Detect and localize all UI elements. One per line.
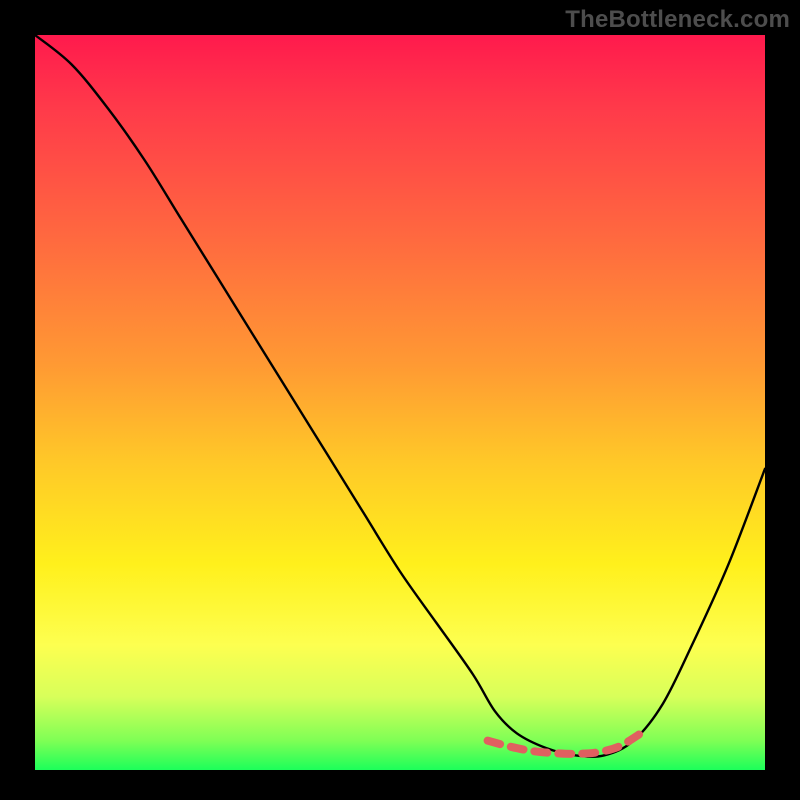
chart-frame: TheBottleneck.com <box>0 0 800 800</box>
chart-svg <box>35 35 765 770</box>
plot-area <box>35 35 765 770</box>
flat-zone-dash <box>488 733 641 754</box>
watermark-text: TheBottleneck.com <box>565 6 790 34</box>
bottleneck-curve <box>35 35 765 757</box>
